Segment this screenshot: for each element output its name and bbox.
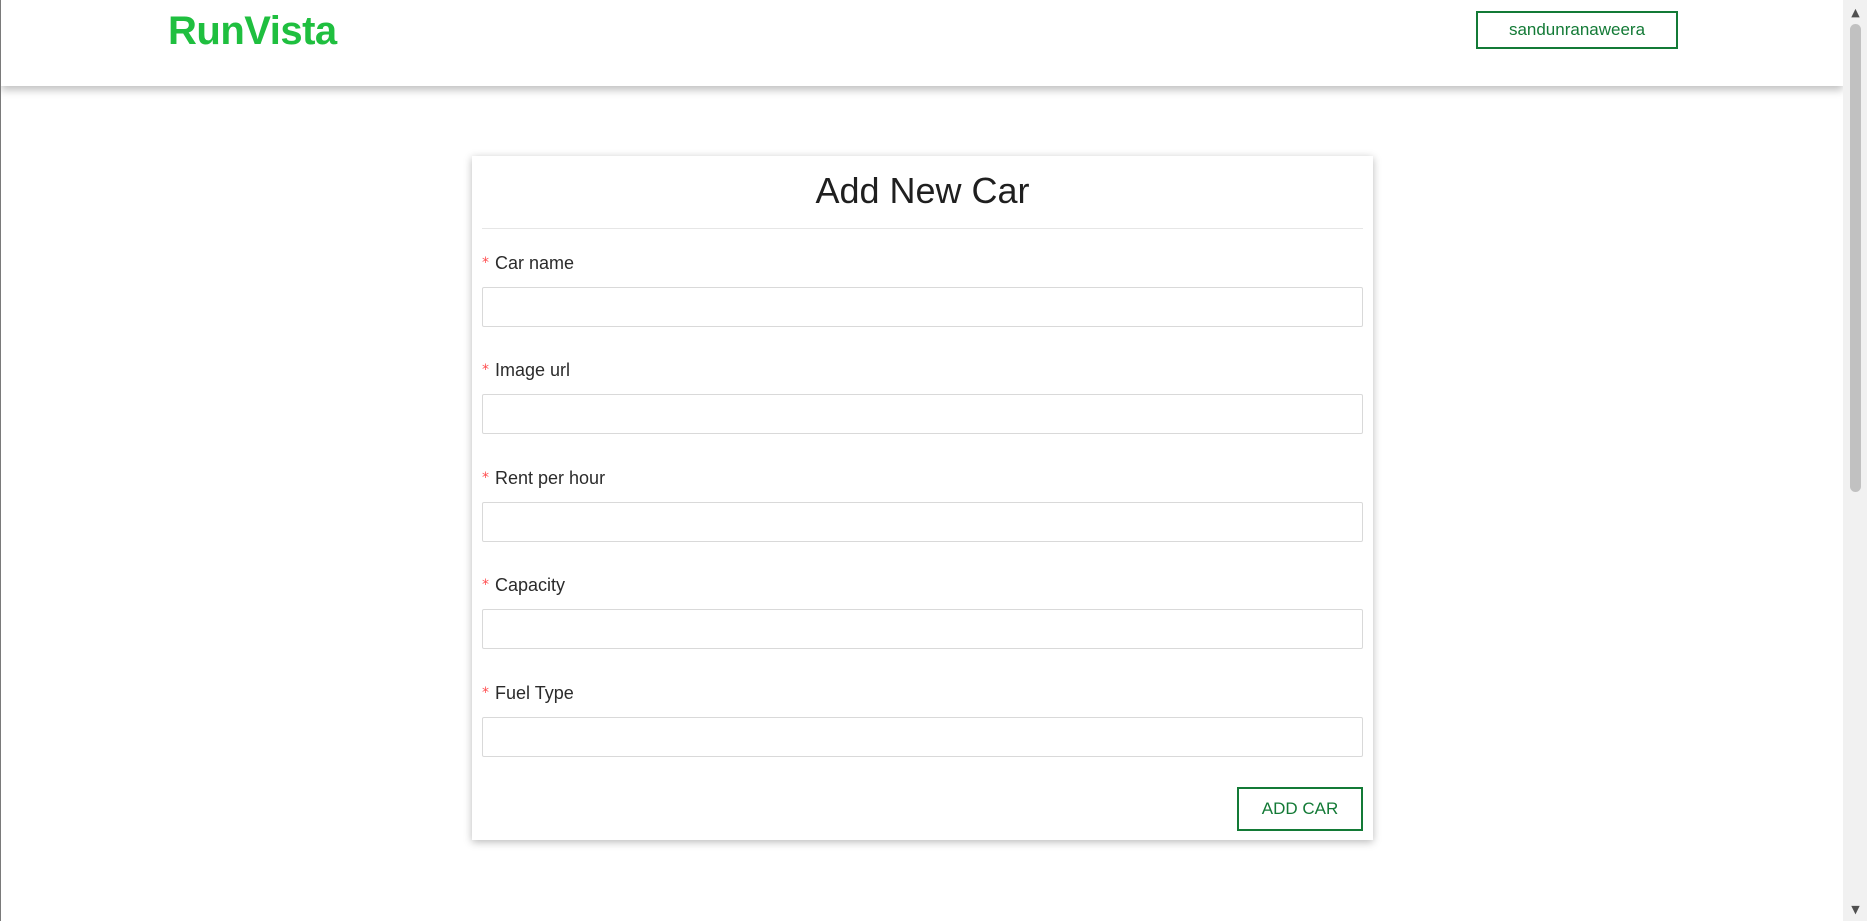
form-title: Add New Car [815, 170, 1030, 211]
vertical-scrollbar[interactable]: ▲ ▼ [1843, 0, 1867, 921]
required-asterisk-icon: * [482, 470, 489, 486]
rent-per-hour-input[interactable] [482, 502, 1363, 542]
triangle-down-icon[interactable]: ▼ [1843, 899, 1867, 919]
fuel-type-label: * Fuel Type [482, 681, 574, 705]
brand-logo-text[interactable]: RunVista [168, 9, 337, 54]
top-navbar: RunVista sandunranaweera [1, 0, 1843, 86]
image-url-label-text: Image url [495, 359, 571, 380]
browser-viewport: RunVista sandunranaweera Add New Car * C… [0, 0, 1867, 921]
capacity-label: * Capacity [482, 573, 565, 597]
car-name-input[interactable] [482, 287, 1363, 327]
required-asterisk-icon: * [482, 255, 489, 271]
scrollbar-thumb[interactable] [1850, 24, 1861, 492]
required-asterisk-icon: * [482, 685, 489, 701]
fuel-type-label-text: Fuel Type [495, 682, 574, 703]
car-name-label: * Car name [482, 251, 574, 275]
image-url-label: * Image url [482, 358, 570, 382]
triangle-up-icon[interactable]: ▲ [1843, 2, 1867, 22]
title-divider [482, 228, 1363, 229]
capacity-input[interactable] [482, 609, 1363, 649]
required-asterisk-icon: * [482, 362, 489, 378]
rent-per-hour-label: * Rent per hour [482, 466, 605, 490]
user-account-button[interactable]: sandunranaweera [1476, 11, 1678, 49]
required-asterisk-icon: * [482, 577, 489, 593]
capacity-label-text: Capacity [495, 574, 566, 595]
fuel-type-input[interactable] [482, 717, 1363, 757]
rent-per-hour-label-text: Rent per hour [495, 467, 606, 488]
add-car-button[interactable]: ADD CAR [1237, 787, 1363, 831]
image-url-input[interactable] [482, 394, 1363, 434]
add-car-form-card: Add New Car * Car name * Image url * Ren… [472, 156, 1373, 840]
car-name-label-text: Car name [495, 252, 575, 273]
